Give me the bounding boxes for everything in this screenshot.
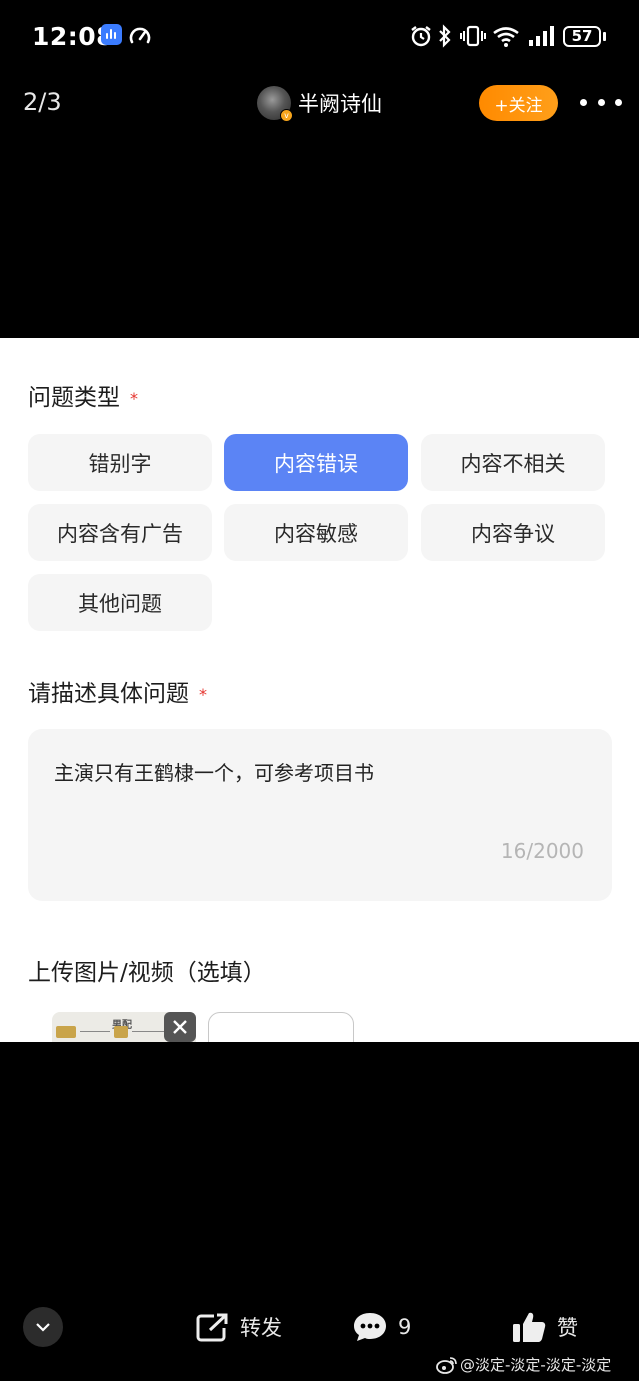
- watermark-text: @淡定-淡定-淡定-淡定: [460, 1356, 612, 1374]
- follow-button[interactable]: +关注: [479, 85, 558, 121]
- forward-button[interactable]: 转发: [196, 1308, 282, 1346]
- forward-label: 转发: [240, 1316, 282, 1340]
- signal-icon: [529, 26, 554, 46]
- speedometer-icon: [129, 27, 151, 44]
- comment-count: 9: [398, 1315, 412, 1339]
- status-bar: 12:08 57: [0, 0, 639, 76]
- issue-chip-content-error[interactable]: 内容错误: [224, 434, 408, 491]
- issue-chip-sensitive[interactable]: 内容敏感: [224, 504, 408, 561]
- author-name[interactable]: 半阙诗仙: [298, 88, 382, 118]
- issue-chip-advertising[interactable]: 内容含有广告: [28, 504, 212, 561]
- char-counter: 16/2000: [500, 839, 584, 863]
- upload-title: 上传图片/视频（选填）: [28, 960, 266, 986]
- description-textarea[interactable]: 主演只有王鹤棣一个，可参考项目书 16/2000: [28, 729, 612, 901]
- weibo-logo-icon: [436, 1356, 457, 1374]
- describe-title: 请描述具体问题 *: [28, 681, 207, 707]
- issue-chip-other[interactable]: 其他问题: [28, 574, 212, 631]
- thumbs-up-icon: [513, 1312, 546, 1342]
- description-value: 主演只有王鹤棣一个，可参考项目书: [54, 761, 374, 785]
- page-counter: 2/3: [23, 88, 62, 116]
- verified-badge-icon: v: [280, 109, 293, 122]
- weibo-watermark: @淡定-淡定-淡定-淡定: [436, 1354, 611, 1375]
- share-icon: [196, 1313, 228, 1342]
- battery-level: 57: [571, 27, 593, 45]
- required-mark: *: [130, 389, 138, 408]
- comment-button[interactable]: 9: [352, 1308, 411, 1346]
- battery-icon: 57: [563, 26, 601, 47]
- issue-chip-irrelevant[interactable]: 内容不相关: [421, 434, 605, 491]
- wifi-icon: [493, 27, 519, 47]
- like-label: 赞: [557, 1316, 578, 1340]
- voice-assistant-icon: [101, 24, 122, 45]
- required-mark: *: [199, 685, 207, 704]
- issue-chip-controversial[interactable]: 内容争议: [421, 504, 605, 561]
- issue-chip-typo[interactable]: 错别字: [28, 434, 212, 491]
- vibrate-icon: [460, 25, 486, 47]
- collapse-chevron-down-icon[interactable]: [23, 1307, 63, 1347]
- like-button[interactable]: 赞: [511, 1308, 578, 1346]
- author-info[interactable]: v 半阙诗仙: [257, 85, 382, 122]
- report-form-screenshot: 问题类型 * 错别字 内容错误 内容不相关 内容含有广告 内容敏感 内容争议 其他…: [0, 338, 639, 1042]
- issue-type-title: 问题类型 *: [28, 385, 138, 411]
- more-options-icon[interactable]: [580, 92, 622, 112]
- comment-icon: [354, 1313, 386, 1341]
- alarm-icon: [411, 26, 431, 47]
- avatar[interactable]: v: [257, 86, 293, 122]
- bluetooth-icon: [439, 24, 451, 48]
- battery-tip: [603, 32, 606, 41]
